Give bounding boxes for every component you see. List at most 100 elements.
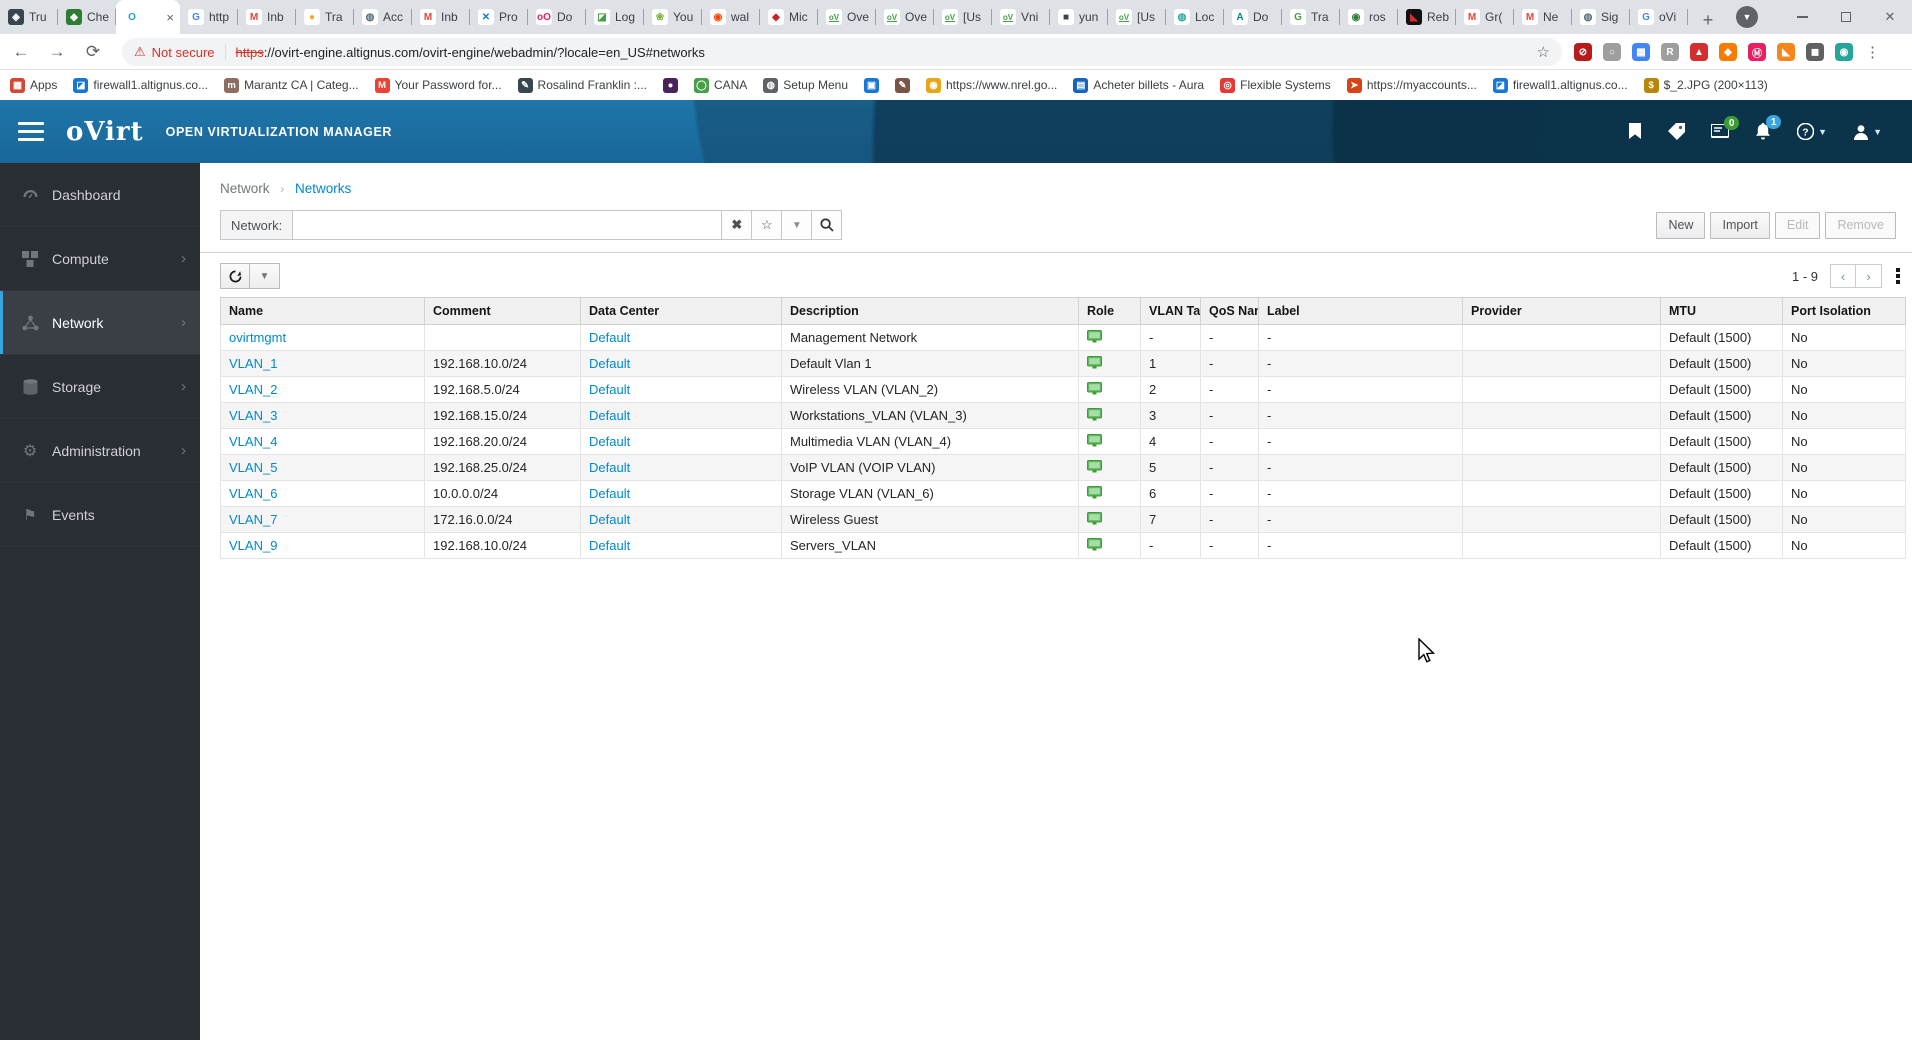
bookmark-item[interactable]: M Your Password for...: [374, 77, 502, 93]
browser-tab[interactable]: ◉ ros: [1340, 0, 1398, 34]
cell-data-center-link[interactable]: Default: [589, 330, 630, 345]
search-clear-button[interactable]: ✖: [722, 210, 753, 240]
browser-menu-icon[interactable]: ⋮: [1865, 43, 1880, 61]
browser-tab[interactable]: ◍ Acc: [354, 0, 412, 34]
forward-button[interactable]: →: [42, 37, 72, 67]
grid-icon[interactable]: ▦: [1632, 43, 1650, 61]
bookmark-item[interactable]: ◪ firewall1.altignus.co...: [1492, 77, 1628, 93]
bookmark-item[interactable]: ➤ https://myaccounts...: [1346, 77, 1477, 93]
browser-tab[interactable]: ■ yun: [1050, 0, 1108, 34]
bookmark-item[interactable]: ◍ Setup Menu: [763, 77, 848, 93]
bookmark-item[interactable]: ◪ firewall1.altignus.co...: [73, 77, 208, 93]
browser-tab[interactable]: M Inb: [412, 0, 470, 34]
browser-tab[interactable]: M Ne: [1514, 0, 1572, 34]
bookmark-item[interactable]: ✎: [895, 77, 910, 93]
refresh-button[interactable]: [220, 263, 250, 289]
sidebar-item-compute[interactable]: Compute ›: [0, 227, 200, 291]
browser-tab[interactable]: oO Do: [528, 0, 586, 34]
next-page-button[interactable]: ›: [1856, 264, 1882, 288]
cell-data-center-link[interactable]: Default: [589, 382, 630, 397]
search-dropdown-button[interactable]: ▼: [782, 210, 813, 240]
hamburger-menu-icon[interactable]: [18, 122, 44, 141]
browser-tab[interactable]: Ghttp: [180, 0, 238, 34]
browser-tab[interactable]: A Do: [1224, 0, 1282, 34]
browser-tab[interactable]: ◈ Tru: [0, 0, 58, 34]
browser-tab[interactable]: M Gr(: [1456, 0, 1514, 34]
search-star-button[interactable]: ☆: [752, 210, 783, 240]
prev-page-button[interactable]: ‹: [1830, 264, 1856, 288]
search-input[interactable]: [292, 210, 723, 240]
maximize-button[interactable]: [1824, 0, 1868, 34]
browser-tab[interactable]: ◆ Mic: [760, 0, 818, 34]
new-button[interactable]: New: [1656, 211, 1706, 239]
bookmark-item[interactable]: m Marantz CA | Categ...: [224, 77, 359, 93]
notifications-bell-icon[interactable]: 1: [1755, 115, 1782, 140]
acrobat-icon[interactable]: ▲: [1690, 43, 1708, 61]
minimize-button[interactable]: [1780, 0, 1824, 34]
browser-tab[interactable]: oV Ove: [876, 0, 934, 34]
blocker-shield-icon[interactable]: ⊘: [1574, 43, 1592, 61]
browser-tab[interactable]: ◣ Reb: [1398, 0, 1456, 34]
browser-tab[interactable]: oV [Us: [934, 0, 992, 34]
cell-name-link[interactable]: VLAN_7: [229, 512, 277, 527]
user-menu[interactable]: ▼: [1853, 124, 1882, 140]
cell-name-link[interactable]: VLAN_2: [229, 382, 277, 397]
browser-tab[interactable]: oV Ove: [818, 0, 876, 34]
gray-circle-icon[interactable]: ○: [1603, 43, 1621, 61]
tab-close-icon[interactable]: ×: [164, 10, 176, 25]
grid-kebab-icon[interactable]: [1896, 268, 1900, 284]
back-button[interactable]: ←: [6, 37, 36, 67]
bookmark-item[interactable]: ▤ Acheter billets - Aura: [1073, 77, 1204, 93]
cell-data-center-link[interactable]: Default: [589, 486, 630, 501]
cell-data-center-link[interactable]: Default: [589, 538, 630, 553]
bookmark-item[interactable]: ●: [662, 77, 678, 93]
cell-name-link[interactable]: VLAN_6: [229, 486, 277, 501]
cell-name-link[interactable]: VLAN_5: [229, 460, 277, 475]
browser-tab[interactable]: ◪ Log: [586, 0, 644, 34]
bookmark-item[interactable]: ✎ Rosalind Franklin :...: [517, 77, 647, 93]
browser-tab[interactable]: ❀ You: [644, 0, 702, 34]
cell-data-center-link[interactable]: Default: [589, 434, 630, 449]
sidebar-item-network[interactable]: Network ›: [0, 291, 200, 355]
help-menu[interactable]: ? ▼: [1797, 123, 1827, 140]
sidebar-item-dashboard[interactable]: Dashboard: [0, 163, 200, 227]
cell-data-center-link[interactable]: Default: [589, 460, 630, 475]
cell-data-center-link[interactable]: Default: [589, 408, 630, 423]
cell-data-center-link[interactable]: Default: [589, 512, 630, 527]
cell-name-link[interactable]: VLAN_1: [229, 356, 277, 371]
tags-icon[interactable]: [1668, 123, 1686, 140]
browser-tab[interactable]: ◍ Loc: [1166, 0, 1224, 34]
browser-tab[interactable]: M Inb: [238, 0, 296, 34]
tasks-icon[interactable]: 0: [1711, 116, 1740, 139]
sidebar-item-storage[interactable]: Storage ›: [0, 355, 200, 419]
m-circle-icon[interactable]: Ⓜ: [1748, 43, 1766, 61]
sidebar-item-events[interactable]: ⚑ Events: [0, 483, 200, 547]
orange-extension-icon[interactable]: ◆: [1719, 43, 1737, 61]
bookmark-item[interactable]: ▣: [864, 77, 879, 93]
r-extension-icon[interactable]: R: [1661, 43, 1679, 61]
bookmark-item[interactable]: ◯ CANA: [693, 77, 747, 93]
browser-tab-active[interactable]: O ×: [116, 0, 180, 34]
import-button[interactable]: Import: [1710, 211, 1770, 239]
bookmark-item[interactable]: ◎ Flexible Systems: [1220, 77, 1331, 93]
address-bar[interactable]: ⚠ Not secure https ://ovirt-engine.altig…: [122, 38, 1562, 66]
cell-name-link[interactable]: VLAN_3: [229, 408, 277, 423]
bookmark-item[interactable]: $ $_2.JPG (200×113): [1643, 77, 1768, 93]
browser-tab[interactable]: ◉ wal: [702, 0, 760, 34]
browser-tab[interactable]: ✕ Pro: [470, 0, 528, 34]
puzzle-icon[interactable]: ◼: [1806, 43, 1824, 61]
bookmarks-icon[interactable]: [1628, 123, 1642, 140]
breadcrumb-current[interactable]: Networks: [295, 181, 351, 196]
browser-tab[interactable]: ● Tra: [296, 0, 354, 34]
reload-button[interactable]: ⟳: [78, 37, 108, 67]
sidebar-item-administration[interactable]: ⚙ Administration ›: [0, 419, 200, 483]
close-window-button[interactable]: ✕: [1868, 0, 1912, 34]
search-magnifier-button[interactable]: [812, 210, 843, 240]
browser-tab[interactable]: GoVi: [1630, 0, 1688, 34]
cell-name-link[interactable]: ovirtmgmt: [229, 330, 286, 345]
profile-avatar-icon[interactable]: ◉: [1835, 43, 1853, 61]
browser-tab[interactable]: oV [Us: [1108, 0, 1166, 34]
bookmark-star-icon[interactable]: ☆: [1537, 43, 1550, 61]
cell-name-link[interactable]: VLAN_9: [229, 538, 277, 553]
browser-tab[interactable]: ◍ Sig: [1572, 0, 1630, 34]
